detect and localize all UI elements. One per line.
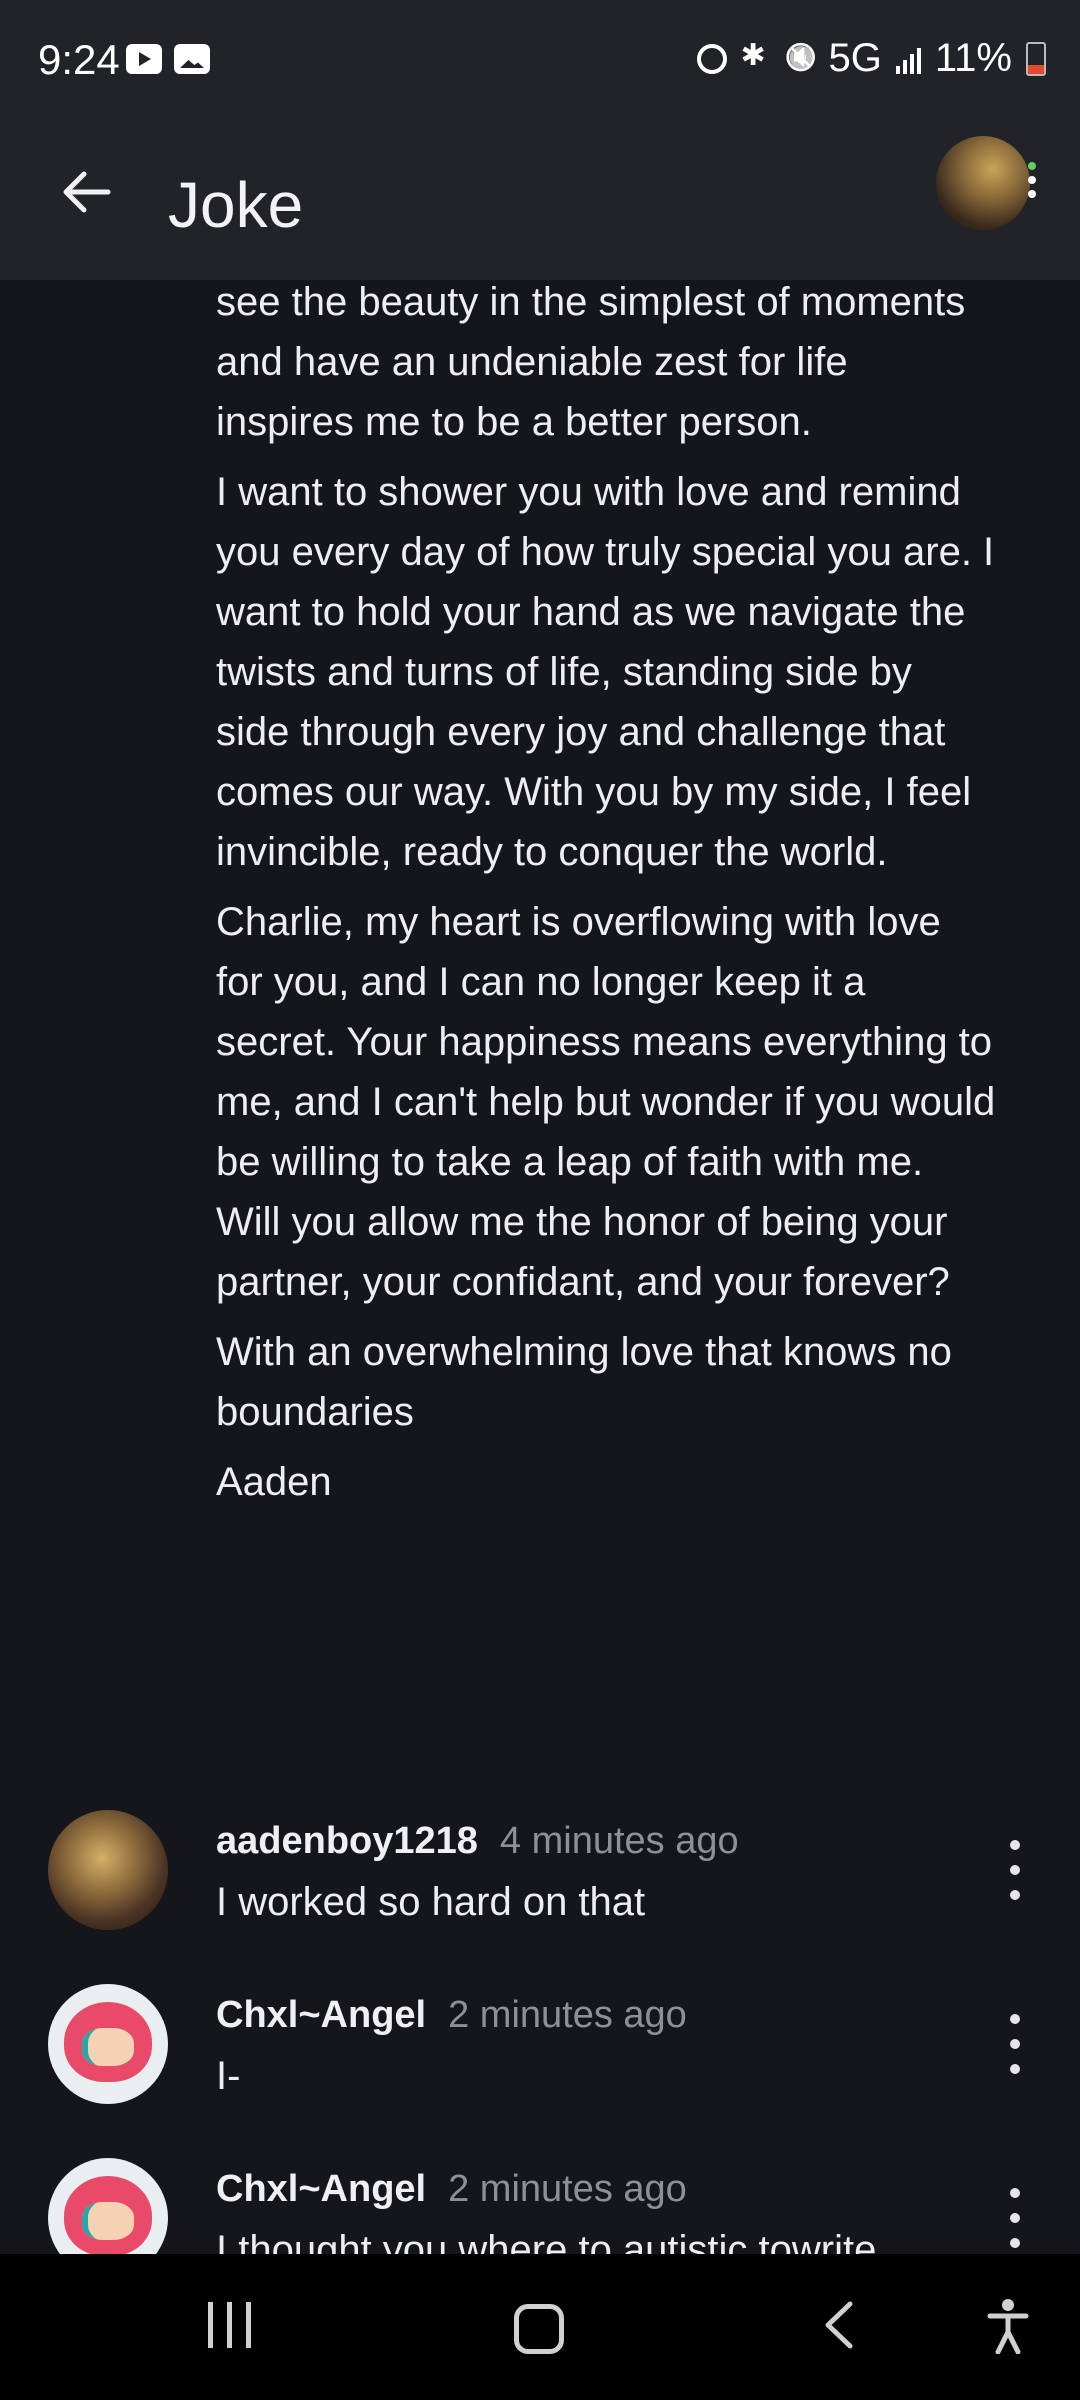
post-content[interactable]: see the beauty in the simplest of moment… [0, 280, 1080, 2254]
app-bar: Joke [0, 124, 1080, 280]
commenter-avatar[interactable] [48, 1984, 168, 2104]
more-options-icon[interactable] [1008, 2014, 1022, 2074]
comment-meta: aadenboy1218 4 minutes ago [216, 1820, 739, 1863]
battery-percent: 11% [934, 36, 1012, 80]
bluetooth-icon [741, 38, 771, 74]
commenter-avatar[interactable] [48, 1810, 168, 1930]
status-bar: 9:24 5G 11% [0, 0, 1080, 124]
comment-meta: Chxl~Angel 2 minutes ago [216, 1994, 687, 2037]
post-body: see the beauty in the simplest of moment… [216, 280, 996, 1522]
mute-icon [785, 44, 815, 74]
status-notification-icons [126, 44, 210, 74]
post-paragraph: see the beauty in the simplest of moment… [216, 280, 966, 444]
comment-item: aadenboy1218 4 minutes ago I worked so h… [0, 1810, 1080, 1984]
comment-timestamp: 2 minutes ago [448, 2168, 687, 2210]
comment-meta: Chxl~Angel 2 minutes ago [216, 2168, 687, 2211]
more-options-icon[interactable] [1008, 1840, 1022, 1900]
comment-item: Chxl~Angel 2 minutes ago I- [0, 1984, 1080, 2158]
recents-icon[interactable] [208, 2302, 251, 2348]
alarm-icon [696, 43, 727, 74]
youtube-icon [126, 44, 162, 74]
back-icon[interactable] [820, 2300, 860, 2350]
home-icon[interactable] [514, 2304, 564, 2354]
post-paragraph: With an overwhelming love that knows no … [216, 1330, 952, 1434]
comment-text: I worked so hard on that [216, 1880, 646, 1924]
comment-text: I- [216, 2054, 241, 2098]
profile-avatar[interactable] [936, 136, 1036, 230]
accessibility-icon[interactable] [986, 2298, 1030, 2354]
signal-icon [895, 44, 921, 74]
post-paragraph: Charlie, my heart is overflowing with lo… [216, 900, 996, 1304]
comment-text: I thought you where to autistic towrite [216, 2228, 877, 2254]
status-system-icons: 5G 11% [696, 36, 1046, 81]
photo-icon [174, 44, 210, 74]
comment-item: Chxl~Angel 2 minutes ago I thought you w… [0, 2158, 1080, 2254]
online-indicator [1028, 162, 1036, 198]
comment-username[interactable]: Chxl~Angel [216, 2168, 426, 2211]
status-time: 9:24 [38, 36, 120, 83]
comment-timestamp: 4 minutes ago [499, 1820, 739, 1862]
comment-username[interactable]: aadenboy1218 [216, 1820, 478, 1863]
comment-username[interactable]: Chxl~Angel [216, 1994, 426, 2037]
commenter-avatar[interactable] [48, 2158, 168, 2254]
post-paragraph: I want to shower you with love and remin… [216, 470, 995, 874]
page-title: Joke [168, 169, 304, 241]
comment-timestamp: 2 minutes ago [448, 1994, 687, 2036]
battery-icon [1026, 41, 1046, 76]
system-nav-bar [0, 2254, 1080, 2400]
comment-list: aadenboy1218 4 minutes ago I worked so h… [0, 1810, 1080, 2254]
back-arrow-icon[interactable] [58, 164, 114, 220]
post-signature: Aaden [216, 1460, 332, 1504]
more-options-icon[interactable] [1008, 2188, 1022, 2248]
network-label: 5G [828, 36, 882, 80]
